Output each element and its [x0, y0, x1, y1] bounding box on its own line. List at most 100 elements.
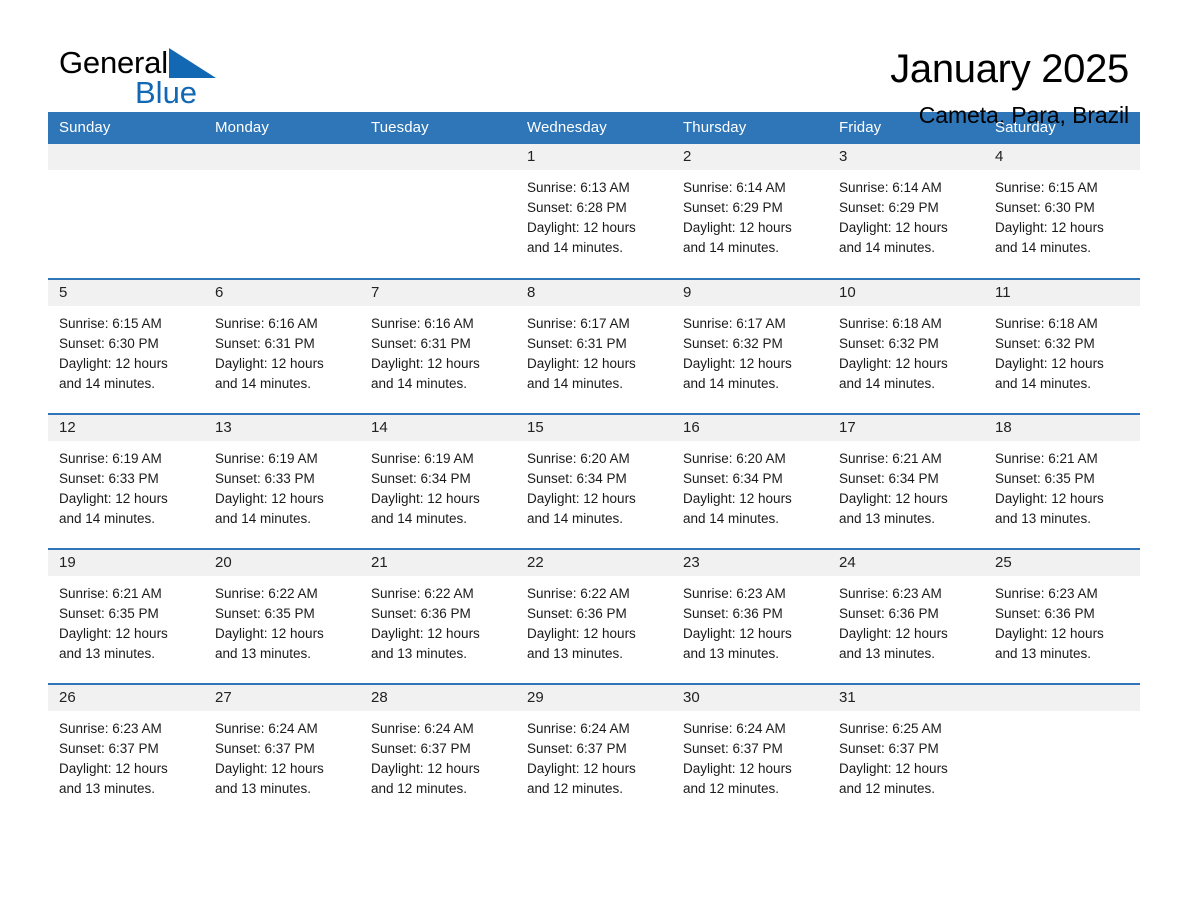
calendar-day-cell[interactable]: 6 Sunrise: 6:16 AM Sunset: 6:31 PM Daylight… — [204, 278, 360, 414]
day-number: 12 — [48, 415, 204, 441]
daylight-duration-line1: Daylight: 12 hours — [215, 491, 324, 506]
daylight-duration-line1: Daylight: 12 hours — [683, 761, 792, 776]
calendar-day-cell[interactable]: 5 Sunrise: 6:15 AM Sunset: 6:30 PM Daylight… — [48, 278, 204, 414]
calendar-day-cell[interactable]: 20 Sunrise: 6:22 AM Sunset: 6:35 PM Dayligh… — [204, 548, 360, 684]
calendar-day-cell[interactable]: 11 Sunrise: 6:18 AM Sunset: 6:32 PM Dayligh… — [984, 278, 1140, 414]
sunset-time: Sunset: 6:29 PM — [839, 200, 939, 215]
daylight-duration-line1: Daylight: 12 hours — [839, 491, 948, 506]
calendar-day-cell[interactable]: 8 Sunrise: 6:17 AM Sunset: 6:31 PM Daylight… — [516, 278, 672, 414]
calendar-day-cell[interactable]: 3 Sunrise: 6:14 AM Sunset: 6:29 PM Daylight… — [828, 144, 984, 279]
calendar-day-cell[interactable]: 22 Sunrise: 6:22 AM Sunset: 6:36 PM Dayligh… — [516, 548, 672, 684]
calendar-week-row: 26 Sunrise: 6:23 AM Sunset: 6:37 PM Dayligh… — [48, 683, 1140, 819]
sunset-time: Sunset: 6:34 PM — [683, 471, 783, 486]
daylight-duration-line2: and 14 minutes. — [527, 376, 624, 391]
calendar-cell-empty — [48, 144, 204, 279]
daylight-duration-line2: and 14 minutes. — [215, 376, 312, 391]
daylight-duration-line1: Daylight: 12 hours — [371, 491, 480, 506]
sunrise-time: Sunrise: 6:24 AM — [215, 721, 318, 736]
calendar-day-cell[interactable]: 26 Sunrise: 6:23 AM Sunset: 6:37 PM Dayligh… — [48, 683, 204, 819]
calendar-day-cell[interactable]: 25 Sunrise: 6:23 AM Sunset: 6:36 PM Dayligh… — [984, 548, 1140, 684]
weekday-header-thursday: Thursday — [672, 112, 828, 144]
sunset-time: Sunset: 6:34 PM — [839, 471, 939, 486]
calendar-day-cell[interactable]: 18 Sunrise: 6:21 AM Sunset: 6:35 PM Dayligh… — [984, 413, 1140, 549]
daylight-duration-line1: Daylight: 12 hours — [995, 356, 1104, 371]
calendar-day-cell[interactable]: 31 Sunrise: 6:25 AM Sunset: 6:37 PM Dayligh… — [828, 683, 984, 819]
daylight-duration-line2: and 14 minutes. — [995, 240, 1092, 255]
daylight-duration-line1: Daylight: 12 hours — [683, 356, 792, 371]
calendar-day-cell[interactable]: 10 Sunrise: 6:18 AM Sunset: 6:32 PM Dayligh… — [828, 278, 984, 414]
calendar-day-cell[interactable]: 7 Sunrise: 6:16 AM Sunset: 6:31 PM Daylight… — [360, 278, 516, 414]
sunrise-time: Sunrise: 6:23 AM — [839, 586, 942, 601]
sunrise-time: Sunrise: 6:21 AM — [839, 451, 942, 466]
calendar-day-cell[interactable]: 17 Sunrise: 6:21 AM Sunset: 6:34 PM Dayligh… — [828, 413, 984, 549]
day-number: 14 — [360, 415, 516, 441]
daylight-duration-line1: Daylight: 12 hours — [683, 626, 792, 641]
day-number: 19 — [48, 550, 204, 576]
daylight-duration-line1: Daylight: 12 hours — [59, 356, 168, 371]
calendar-day-cell[interactable]: 21 Sunrise: 6:22 AM Sunset: 6:36 PM Dayligh… — [360, 548, 516, 684]
day-number: 29 — [516, 685, 672, 711]
sunrise-time: Sunrise: 6:23 AM — [995, 586, 1098, 601]
calendar-day-cell[interactable]: 4 Sunrise: 6:15 AM Sunset: 6:30 PM Daylight… — [984, 144, 1140, 279]
weekday-header-sunday: Sunday — [48, 112, 204, 144]
day-detail: Sunrise: 6:23 AM Sunset: 6:36 PM Daylight:… — [828, 576, 984, 664]
sunrise-time: Sunrise: 6:15 AM — [995, 180, 1098, 195]
sunset-time: Sunset: 6:29 PM — [683, 200, 783, 215]
calendar-day-cell[interactable]: 13 Sunrise: 6:19 AM Sunset: 6:33 PM Dayligh… — [204, 413, 360, 549]
daylight-duration-line1: Daylight: 12 hours — [371, 626, 480, 641]
daylight-duration-line2: and 14 minutes. — [215, 511, 312, 526]
daylight-duration-line2: and 14 minutes. — [59, 376, 156, 391]
sunrise-time: Sunrise: 6:22 AM — [215, 586, 318, 601]
day-number: 5 — [48, 280, 204, 306]
day-detail: Sunrise: 6:18 AM Sunset: 6:32 PM Daylight:… — [828, 306, 984, 394]
daylight-duration-line1: Daylight: 12 hours — [527, 220, 636, 235]
sunset-time: Sunset: 6:32 PM — [683, 336, 783, 351]
calendar-day-cell[interactable]: 28 Sunrise: 6:24 AM Sunset: 6:37 PM Dayligh… — [360, 683, 516, 819]
day-detail: Sunrise: 6:18 AM Sunset: 6:32 PM Daylight:… — [984, 306, 1140, 394]
day-detail: Sunrise: 6:24 AM Sunset: 6:37 PM Daylight:… — [672, 711, 828, 799]
daylight-duration-line2: and 13 minutes. — [839, 511, 936, 526]
daylight-duration-line1: Daylight: 12 hours — [215, 356, 324, 371]
day-detail: Sunrise: 6:19 AM Sunset: 6:34 PM Daylight:… — [360, 441, 516, 529]
calendar-day-cell[interactable]: 19 Sunrise: 6:21 AM Sunset: 6:35 PM Dayligh… — [48, 548, 204, 684]
daylight-duration-line1: Daylight: 12 hours — [839, 626, 948, 641]
calendar-day-cell[interactable]: 15 Sunrise: 6:20 AM Sunset: 6:34 PM Dayligh… — [516, 413, 672, 549]
calendar-day-cell[interactable]: 23 Sunrise: 6:23 AM Sunset: 6:36 PM Dayligh… — [672, 548, 828, 684]
day-detail: Sunrise: 6:21 AM Sunset: 6:35 PM Daylight:… — [48, 576, 204, 664]
daylight-duration-line2: and 14 minutes. — [527, 511, 624, 526]
daylight-duration-line2: and 13 minutes. — [215, 646, 312, 661]
weekday-header-monday: Monday — [204, 112, 360, 144]
calendar-day-cell[interactable]: 27 Sunrise: 6:24 AM Sunset: 6:37 PM Dayligh… — [204, 683, 360, 819]
calendar-day-cell[interactable]: 9 Sunrise: 6:17 AM Sunset: 6:32 PM Daylight… — [672, 278, 828, 414]
daylight-duration-line2: and 14 minutes. — [371, 376, 468, 391]
day-number: 7 — [360, 280, 516, 306]
calendar-day-cell[interactable]: 24 Sunrise: 6:23 AM Sunset: 6:36 PM Dayligh… — [828, 548, 984, 684]
daylight-duration-line2: and 14 minutes. — [839, 376, 936, 391]
sunrise-time: Sunrise: 6:19 AM — [371, 451, 474, 466]
calendar-week-row: 1 Sunrise: 6:13 AM Sunset: 6:28 PM Daylight… — [48, 144, 1140, 279]
sunrise-time: Sunrise: 6:17 AM — [683, 316, 786, 331]
calendar-day-cell[interactable]: 2 Sunrise: 6:14 AM Sunset: 6:29 PM Daylight… — [672, 144, 828, 279]
sunset-time: Sunset: 6:32 PM — [839, 336, 939, 351]
calendar-day-cell[interactable]: 14 Sunrise: 6:19 AM Sunset: 6:34 PM Dayligh… — [360, 413, 516, 549]
calendar-day-cell[interactable]: 1 Sunrise: 6:13 AM Sunset: 6:28 PM Daylight… — [516, 144, 672, 279]
day-number: 17 — [828, 415, 984, 441]
calendar-cell-empty — [984, 683, 1140, 819]
daylight-duration-line1: Daylight: 12 hours — [839, 220, 948, 235]
calendar-page: General Blue January 2025 Cameta, Para, … — [0, 0, 1188, 918]
logo-blue-text: Blue — [135, 75, 198, 110]
day-detail: Sunrise: 6:20 AM Sunset: 6:34 PM Daylight:… — [672, 441, 828, 529]
calendar-day-cell[interactable]: 16 Sunrise: 6:20 AM Sunset: 6:34 PM Dayligh… — [672, 413, 828, 549]
daylight-duration-line1: Daylight: 12 hours — [527, 491, 636, 506]
calendar-day-cell[interactable]: 29 Sunrise: 6:24 AM Sunset: 6:37 PM Dayligh… — [516, 683, 672, 819]
daylight-duration-line2: and 14 minutes. — [683, 511, 780, 526]
sunrise-time: Sunrise: 6:20 AM — [527, 451, 630, 466]
day-number: 1 — [516, 144, 672, 170]
calendar-day-cell[interactable]: 30 Sunrise: 6:24 AM Sunset: 6:37 PM Dayligh… — [672, 683, 828, 819]
sunset-time: Sunset: 6:31 PM — [215, 336, 315, 351]
day-detail: Sunrise: 6:23 AM Sunset: 6:36 PM Daylight:… — [984, 576, 1140, 664]
sunset-time: Sunset: 6:30 PM — [59, 336, 159, 351]
sunset-time: Sunset: 6:33 PM — [59, 471, 159, 486]
calendar-day-cell[interactable]: 12 Sunrise: 6:19 AM Sunset: 6:33 PM Dayligh… — [48, 413, 204, 549]
day-detail: Sunrise: 6:17 AM Sunset: 6:32 PM Daylight:… — [672, 306, 828, 394]
